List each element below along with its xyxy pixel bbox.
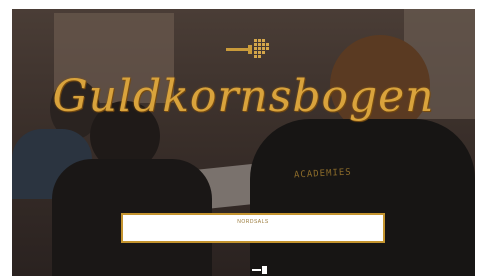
login-label: NORDSALS: [237, 219, 269, 225]
hero-banner: ACADEMIES Guldkornsbogen NORDSALS: [12, 9, 475, 276]
page-title: Guldkornsbogen: [52, 71, 435, 122]
login-button[interactable]: NORDSALS: [121, 213, 385, 243]
gold-key-logo-icon: [226, 39, 269, 58]
footer-logo-icon: [252, 266, 267, 274]
background-person: [250, 119, 475, 276]
